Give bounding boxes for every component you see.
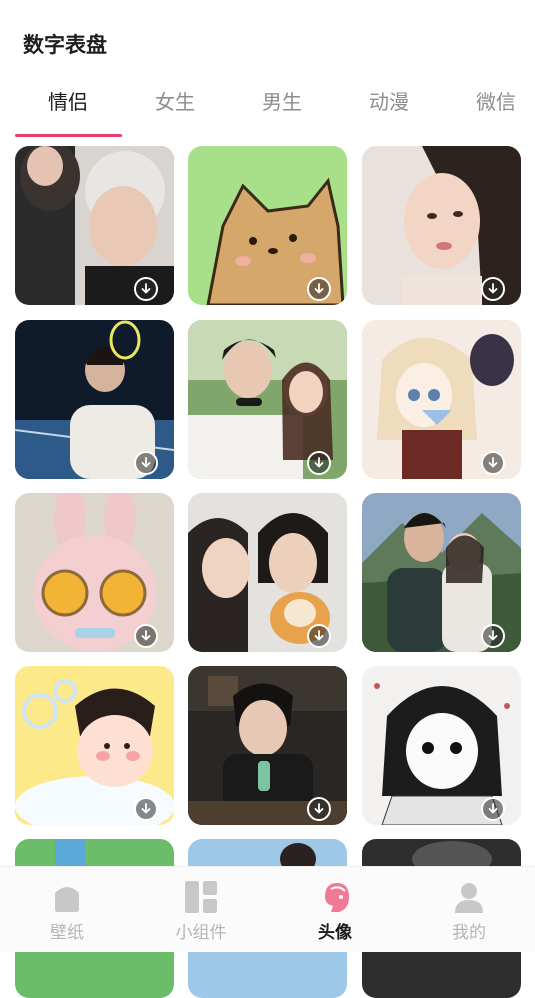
avatar-card[interactable] bbox=[188, 320, 347, 479]
tab-wechat[interactable]: 微信 bbox=[442, 86, 535, 115]
download-icon[interactable] bbox=[481, 451, 505, 475]
category-tabs: 情侣 女生 男生 动漫 微信 bbox=[0, 86, 535, 126]
tab-boys[interactable]: 男生 bbox=[228, 86, 336, 115]
page-title: 数字表盘 bbox=[23, 33, 107, 57]
avatar-head-icon bbox=[317, 879, 353, 915]
nav-wallpaper[interactable]: 壁纸 bbox=[0, 879, 134, 943]
avatar-card[interactable] bbox=[188, 666, 347, 825]
download-icon[interactable] bbox=[134, 624, 158, 648]
avatar-card[interactable] bbox=[15, 493, 174, 652]
download-icon[interactable] bbox=[307, 277, 331, 301]
tab-anime[interactable]: 动漫 bbox=[335, 86, 443, 115]
tab-couple[interactable]: 情侣 bbox=[14, 86, 122, 115]
avatar-card[interactable] bbox=[362, 146, 521, 305]
widget-icon bbox=[183, 879, 219, 915]
download-icon[interactable] bbox=[134, 797, 158, 821]
nav-wallpaper-label: 壁纸 bbox=[50, 923, 84, 943]
download-icon[interactable] bbox=[307, 797, 331, 821]
nav-profile[interactable]: 我的 bbox=[402, 879, 535, 943]
active-tab-indicator bbox=[15, 134, 122, 137]
avatar-card[interactable] bbox=[15, 666, 174, 825]
profile-icon bbox=[451, 879, 487, 915]
avatar-card[interactable] bbox=[362, 320, 521, 479]
download-icon[interactable] bbox=[307, 451, 331, 475]
download-icon[interactable] bbox=[481, 797, 505, 821]
avatar-card[interactable] bbox=[362, 493, 521, 652]
download-icon[interactable] bbox=[134, 277, 158, 301]
nav-profile-label: 我的 bbox=[452, 923, 486, 943]
nav-widget[interactable]: 小组件 bbox=[134, 879, 268, 943]
avatar-card[interactable] bbox=[15, 320, 174, 479]
bottom-navigation: 壁纸 小组件 头像 我的 bbox=[0, 866, 535, 952]
top-header: 数字表盘 情侣 女生 男生 动漫 微信 bbox=[0, 0, 535, 138]
avatar-card[interactable] bbox=[188, 493, 347, 652]
download-icon[interactable] bbox=[307, 624, 331, 648]
avatar-card[interactable] bbox=[15, 146, 174, 305]
avatar-card[interactable] bbox=[188, 146, 347, 305]
avatar-card[interactable] bbox=[362, 666, 521, 825]
wallpaper-icon bbox=[49, 879, 85, 915]
nav-widget-label: 小组件 bbox=[175, 923, 227, 943]
tab-girls[interactable]: 女生 bbox=[121, 86, 229, 115]
download-icon[interactable] bbox=[481, 277, 505, 301]
nav-avatar[interactable]: 头像 bbox=[268, 879, 402, 943]
nav-avatar-label: 头像 bbox=[318, 923, 352, 943]
download-icon[interactable] bbox=[481, 624, 505, 648]
download-icon[interactable] bbox=[134, 451, 158, 475]
